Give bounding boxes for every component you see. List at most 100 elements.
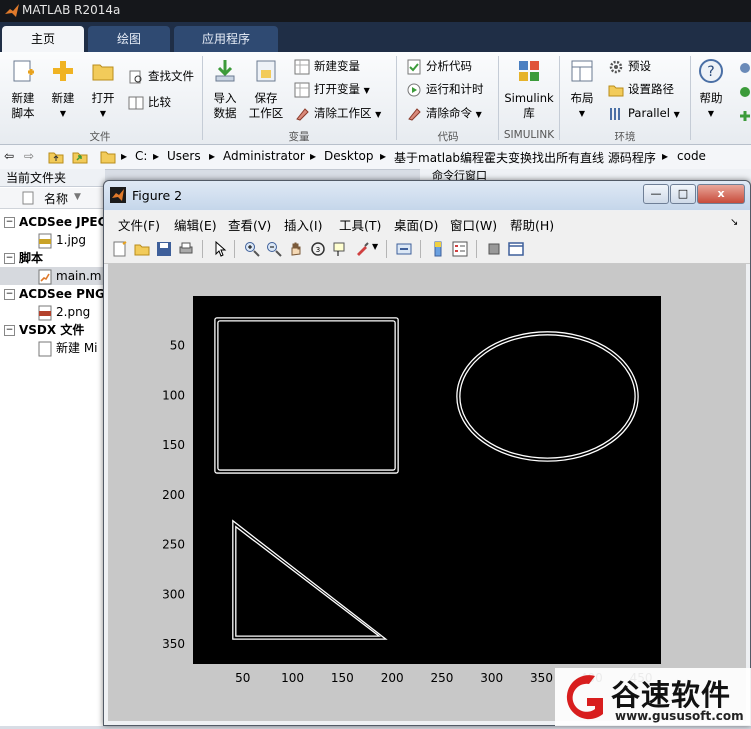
watermark: 谷速软件 www.gususoft.com [555,668,751,726]
open-dropdown-icon[interactable]: ▼ [86,106,120,121]
find-files-button[interactable]: 查找文件 [128,66,194,86]
layout-dropdown-icon[interactable]: ▼ [564,106,600,121]
file-new-vsdx[interactable]: 新建 Mi [38,339,98,357]
y-tick-label: 100 [162,388,185,402]
clear-commands-dropdown-icon[interactable]: ▼ [476,110,482,119]
help-dropdown-icon[interactable]: ▼ [694,106,728,121]
open-variable-label: 打开变量 [314,82,360,96]
file-2-png[interactable]: 2.png [38,303,90,321]
browse-folder-icon[interactable] [72,149,88,165]
file-1-jpg[interactable]: 1.jpg [38,231,86,249]
compare-icon [128,96,144,109]
collapse-icon[interactable]: − [4,253,15,264]
file-main-m[interactable]: main.m [0,267,105,285]
rotate-3d-icon[interactable]: 3 [310,241,326,257]
maximize-button[interactable]: □ [670,184,696,204]
simulink-library-button[interactable]: Simulink 库 [504,58,554,121]
menu-insert[interactable]: 插入(I) [284,215,322,234]
save-icon[interactable] [156,241,172,257]
name-column-header[interactable]: 名称 [44,190,68,207]
pan-hand-icon[interactable] [288,241,304,257]
compare-button[interactable]: 比较 [128,92,171,112]
new-figure-icon[interactable] [112,241,128,257]
brush-icon[interactable] [354,241,370,257]
collapse-icon[interactable]: − [4,217,15,228]
save-workspace-button[interactable]: 保存 工作区 [246,58,286,121]
minimize-button[interactable]: — [643,184,669,204]
new-variable-button[interactable]: 新建变量 [294,56,360,76]
group-acdsee-png[interactable]: − ACDSee PNG [4,285,105,303]
clear-workspace-dropdown-icon[interactable]: ▼ [375,110,381,119]
clear-workspace-button[interactable]: 清除工作区 ▼ [294,103,381,123]
link-plot-icon[interactable] [396,241,412,257]
address-bar: ⇦ ⇨ ▸ C: ▸ Users ▸ Administrator ▸ Deskt… [0,145,751,170]
path-segment-administrator[interactable]: Administrator [223,149,305,163]
group-acdsee-jpeg[interactable]: − ACDSee JPEG [4,213,107,231]
menu-tools[interactable]: 工具(T) [339,215,381,234]
preferences-button[interactable]: 预设 [608,56,651,76]
file-group-label: 文件 [89,131,111,143]
plot-area[interactable]: 5010015020025030035040045050100150200250… [108,264,746,721]
colorbar-icon[interactable] [430,241,446,257]
path-segment-project[interactable]: 基于matlab编程霍夫变换找出所有直线 源码程序 [394,149,656,166]
menu-file[interactable]: 文件(F) [118,215,160,234]
open-button[interactable]: 打开 ▼ [86,58,120,121]
ribbon-separator [396,56,397,140]
menu-window[interactable]: 窗口(W) [450,215,497,234]
pointer-icon[interactable] [212,241,228,257]
open-variable-button[interactable]: 打开变量 ▼ [294,79,370,99]
sort-arrow-icon[interactable]: ▼ [74,192,81,202]
group-vsdx[interactable]: − VSDX 文件 [4,321,84,339]
set-path-button[interactable]: 设置路径 [608,79,674,99]
hide-plot-tools-icon[interactable] [486,241,502,257]
tab-home[interactable]: 主页 [2,26,84,52]
menu-edit[interactable]: 编辑(E) [174,215,217,234]
path-segment-desktop[interactable]: Desktop [324,149,374,163]
path-segment-users[interactable]: Users [167,149,201,163]
data-cursor-icon[interactable] [332,241,348,257]
community-icons[interactable] [736,58,750,128]
layout-button[interactable]: 布局 ▼ [564,58,600,121]
group-scripts[interactable]: − 脚本 [4,249,43,267]
open-file-icon[interactable] [134,241,150,257]
analyze-code-button[interactable]: 分析代码 [406,56,472,76]
collapse-icon[interactable]: − [4,325,15,336]
run-and-time-button[interactable]: 运行和计时 [406,79,484,99]
find-files-label: 查找文件 [148,69,194,83]
path-segment-drive[interactable]: C: [135,149,147,163]
parallel-dropdown-icon[interactable]: ▼ [674,110,680,119]
tab-apps[interactable]: 应用程序 [174,26,278,52]
collapse-icon[interactable]: − [4,289,15,300]
print-icon[interactable] [178,241,194,257]
brush-dropdown-icon[interactable]: ▼ [372,242,378,251]
new-dropdown-icon[interactable]: ▼ [46,106,80,121]
figure-title-bar[interactable]: Figure 2 — □ x [104,181,750,210]
clear-workspace-icon [296,107,309,121]
zoom-out-icon[interactable] [266,241,282,257]
parallel-label: Parallel [628,106,670,120]
new-script-button[interactable]: 新建 脚本 [6,58,40,121]
menu-help[interactable]: 帮助(H) [510,215,554,234]
show-plot-tools-icon[interactable] [508,241,524,257]
code-group-label: 代码 [437,131,459,143]
new-script-label-1: 新建 [11,91,35,105]
toolbar-separator [234,240,235,258]
save-workspace-icon [256,60,276,82]
help-button[interactable]: ? 帮助 ▼ [694,58,728,121]
parallel-button[interactable]: Parallel ▼ [608,103,680,123]
tab-plots[interactable]: 绘图 [88,26,170,52]
back-arrow-icon[interactable]: ⇦ [4,149,14,163]
menu-desktop[interactable]: 桌面(D) [394,215,438,234]
import-data-button[interactable]: 导入 数据 [208,58,242,121]
close-button[interactable]: x [697,184,745,204]
up-folder-icon[interactable] [48,149,64,165]
forward-arrow-icon[interactable]: ⇨ [24,149,34,163]
legend-icon[interactable] [452,241,468,257]
dock-arrow-icon[interactable]: ↘ [730,217,738,228]
path-segment-code[interactable]: code [677,149,706,163]
new-button[interactable]: 新建 ▼ [46,58,80,121]
open-variable-dropdown-icon[interactable]: ▼ [364,86,370,95]
clear-commands-button[interactable]: 清除命令 ▼ [406,103,482,123]
zoom-in-icon[interactable] [244,241,260,257]
menu-view[interactable]: 查看(V) [228,215,271,234]
